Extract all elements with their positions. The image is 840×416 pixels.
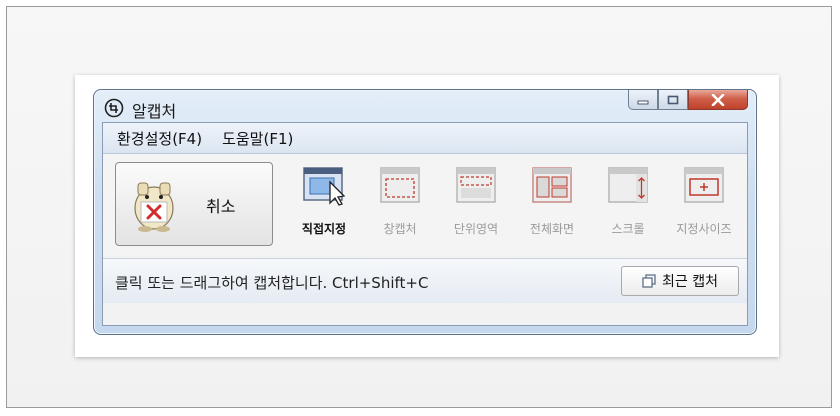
tool-window-capture[interactable]: 창캡처 (365, 166, 435, 246)
recent-capture-button[interactable]: 최근 캡처 (621, 266, 739, 296)
scroll-icon (608, 167, 648, 203)
menu-settings[interactable]: 환경설정(F4) (117, 128, 202, 149)
close-icon (711, 93, 725, 106)
tool-unit-area-label: 단위영역 (453, 222, 499, 236)
tool-direct-select[interactable]: 직접지정 (289, 166, 359, 246)
close-button[interactable] (688, 90, 748, 110)
tool-scroll-label: 스크롤 (611, 222, 645, 236)
client-area: 환경설정(F4) 도움말(F1) 취소 직접지정 창캡처 단위영역 전체화면 스… (102, 122, 748, 326)
menu-help[interactable]: 도움말(F1) (222, 128, 293, 149)
maximize-icon (667, 95, 679, 104)
tool-fixed-size-label: 지정사이즈 (676, 222, 732, 236)
tool-unit-area[interactable]: 단위영역 (441, 166, 511, 246)
window-capture-icon (380, 167, 420, 203)
recent-capture-icon (642, 274, 656, 288)
tool-window-capture-label: 창캡처 (383, 222, 417, 236)
minimize-icon (637, 100, 649, 104)
direct-select-icon (303, 167, 346, 206)
tool-direct-select-label: 직접지정 (301, 222, 347, 236)
maximize-button[interactable] (658, 90, 688, 110)
menu-bar: 환경설정(F4) 도움말(F1) (103, 123, 747, 154)
status-text: 클릭 또는 드래그하여 캡처합니다. Ctrl+Shift+C (115, 274, 429, 292)
fixed-size-icon (684, 167, 724, 203)
app-window: 알캡처 환경설정(F4) 도움말(F1) 취소 직접지정 창캡처 단위영역 전체… (93, 89, 757, 335)
cancel-button[interactable]: 취소 (115, 162, 273, 246)
tool-fixed-size[interactable]: 지정사이즈 (669, 166, 739, 246)
tool-area: 취소 직접지정 창캡처 단위영역 전체화면 스크롤 지정사이즈 (103, 154, 747, 256)
cancel-button-label: 취소 (206, 197, 236, 216)
screenshot-card: 알캡처 환경설정(F4) 도움말(F1) 취소 직접지정 창캡처 단위영역 전체… (75, 75, 779, 357)
status-bar: 클릭 또는 드래그하여 캡처합니다. Ctrl+Shift+C 최근 캡처 (103, 258, 747, 303)
window-controls (628, 90, 748, 114)
fullscreen-icon (532, 167, 572, 203)
tool-scroll[interactable]: 스크롤 (593, 166, 663, 246)
cancel-mascot-icon (134, 182, 174, 232)
minimize-button[interactable] (628, 90, 658, 110)
tool-fullscreen[interactable]: 전체화면 (517, 166, 587, 246)
unit-area-icon (456, 167, 496, 203)
app-logo-icon (104, 98, 124, 118)
title-bar[interactable]: 알캡처 (94, 90, 756, 122)
tool-fullscreen-label: 전체화면 (529, 222, 575, 236)
screenshot-frame: 알캡처 환경설정(F4) 도움말(F1) 취소 직접지정 창캡처 단위영역 전체… (6, 6, 832, 408)
window-title: 알캡처 (132, 102, 177, 121)
recent-capture-label: 최근 캡처 (662, 274, 718, 290)
